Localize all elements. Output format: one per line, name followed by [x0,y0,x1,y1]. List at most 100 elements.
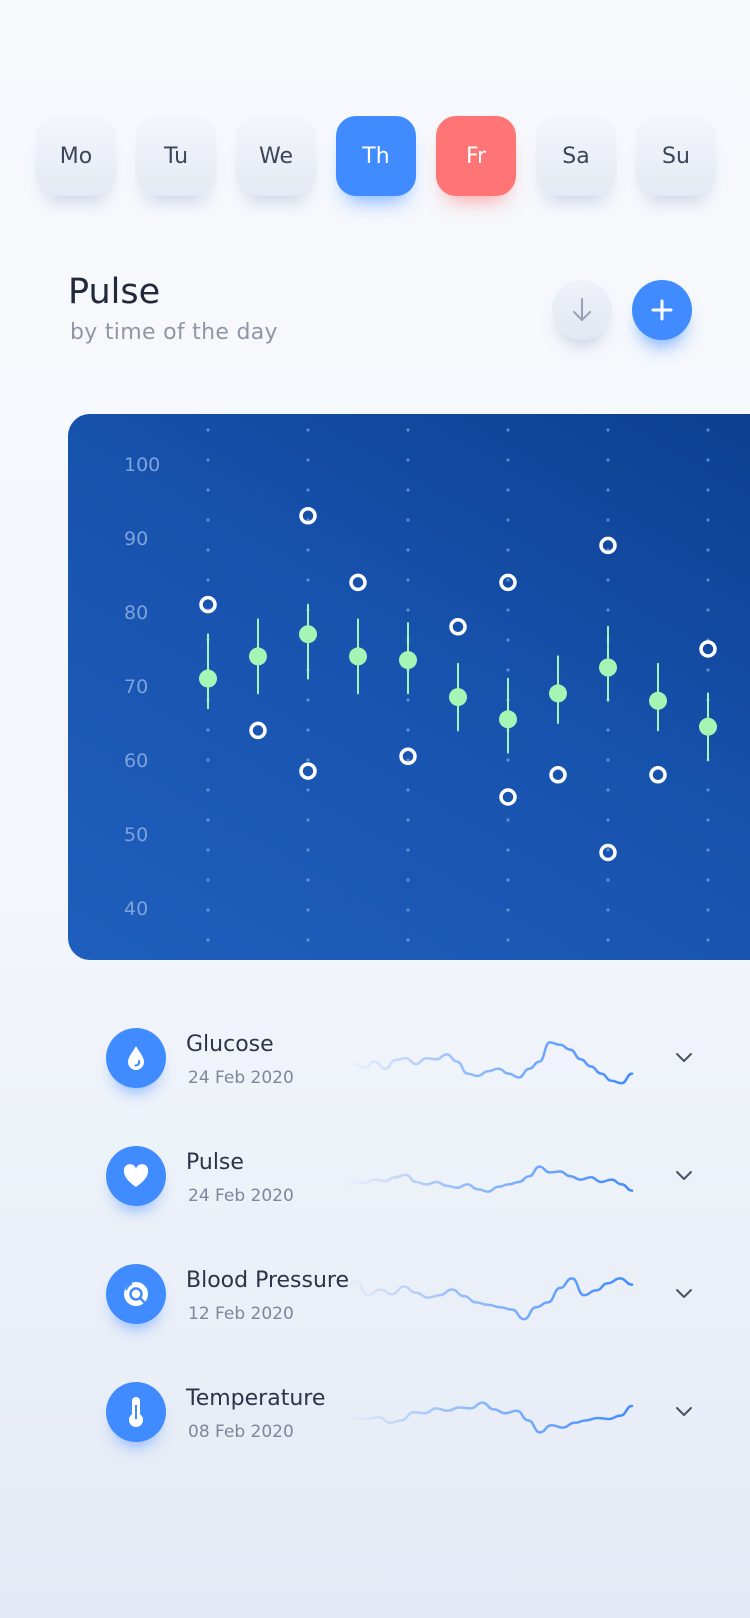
avg-point [399,651,417,670]
grid-dot [206,818,210,822]
grid-dot [506,848,510,852]
y-tick-label: 80 [124,602,148,624]
sparkline-path [344,1165,634,1193]
chevron-down-icon[interactable] [670,1398,698,1426]
grid-dot [406,458,410,462]
min-point [249,721,267,740]
day-mo[interactable]: Mo [36,116,116,196]
day-selector: Mo Tu We Th Fr Sa Su [36,116,726,196]
day-th[interactable]: Th [336,116,416,196]
chevron-down-icon[interactable] [670,1044,698,1072]
grid-dot [406,788,410,792]
grid-dot [206,488,210,492]
grid-dot [406,908,410,912]
metric-sparkline [344,1165,634,1193]
grid-dot [306,428,310,432]
grid-dot [506,878,510,882]
grid-dot [406,698,410,702]
metric-date: 08 Feb 2020 [188,1422,294,1442]
page-subtitle: by time of the day [70,320,278,345]
grid-dot [406,728,410,732]
grid-dot [506,608,510,612]
grid-dot [406,818,410,822]
grid-dot [706,668,710,672]
metric-date: 24 Feb 2020 [188,1186,294,1206]
day-su[interactable]: Su [636,116,716,196]
metric-row-pulse[interactable]: Pulse 24 Feb 2020 [106,1146,706,1216]
max-point [699,640,717,658]
add-button[interactable] [632,280,692,340]
grid-dot [206,548,210,552]
grid-dot [306,818,310,822]
grid-dot [706,458,710,462]
grid-dot [206,578,210,582]
metric-row-glucose[interactable]: Glucose 24 Feb 2020 [106,1028,706,1098]
grid-dot [306,698,310,702]
heart-icon [106,1146,166,1206]
chevron-down-icon[interactable] [670,1280,698,1308]
grid-dot [706,818,710,822]
grid-dot [306,908,310,912]
grid-dot [406,548,410,552]
arrow-down-icon [573,298,591,321]
metric-sparkline [344,1277,634,1321]
grid-dot [306,848,310,852]
grid-dot [506,938,510,942]
grid-dot [206,938,210,942]
grid-dot [506,908,510,912]
grid-dot [406,938,410,942]
chevron-down-icon[interactable] [670,1162,698,1190]
day-fr[interactable]: Fr [436,116,516,196]
grid-dot [706,518,710,522]
grid-dot [506,518,510,522]
day-label: Mo [59,143,93,169]
grid-dot [606,458,610,462]
max-point [349,573,367,592]
y-tick-label: 40 [124,898,148,920]
grid-dot [706,548,710,552]
grid-dot [206,458,210,462]
pulse-chart: 100 90 80 70 60 50 40 [68,414,750,960]
avg-point [299,625,317,644]
grid-dot [306,878,310,882]
grid-dot [306,488,310,492]
grid-dot [606,518,610,522]
grid-dot [506,638,510,642]
grid-dot [606,428,610,432]
grid-dot [306,578,310,582]
grid-dot [206,788,210,792]
metric-row-blood-pressure[interactable]: Blood Pressure 12 Feb 2020 [106,1264,706,1334]
grid-dot [506,758,510,762]
metric-sparkline [344,1401,634,1434]
grid-dot [606,488,610,492]
download-button[interactable] [552,280,612,340]
avg-point [349,647,367,666]
grid-dot [506,578,510,582]
day-label: Th [362,143,390,169]
grid-dot [606,728,610,732]
grid-dot [206,428,210,432]
grid-dot [606,608,610,612]
day-we[interactable]: We [236,116,316,196]
plus-icon [651,299,673,321]
day-tu[interactable]: Tu [136,116,216,196]
avg-point [699,717,717,736]
y-tick-label: 100 [124,454,160,476]
grid-dot [606,908,610,912]
min-point [499,788,517,806]
grid-dot [406,578,410,582]
avg-point [499,710,517,729]
y-tick-label: 90 [124,528,148,550]
max-point [499,573,517,592]
day-label: Fr [465,143,487,169]
metric-row-temperature[interactable]: Temperature 08 Feb 2020 [106,1382,706,1452]
grid-dot [606,878,610,882]
grid-dot [706,878,710,882]
grid-dot [406,878,410,882]
day-label: Sa [562,143,590,169]
metric-name: Blood Pressure [186,1268,350,1293]
day-sa[interactable]: Sa [536,116,616,196]
sparkline-path [344,1401,634,1434]
grid-dot [206,758,210,762]
page-title: Pulse [68,272,161,312]
